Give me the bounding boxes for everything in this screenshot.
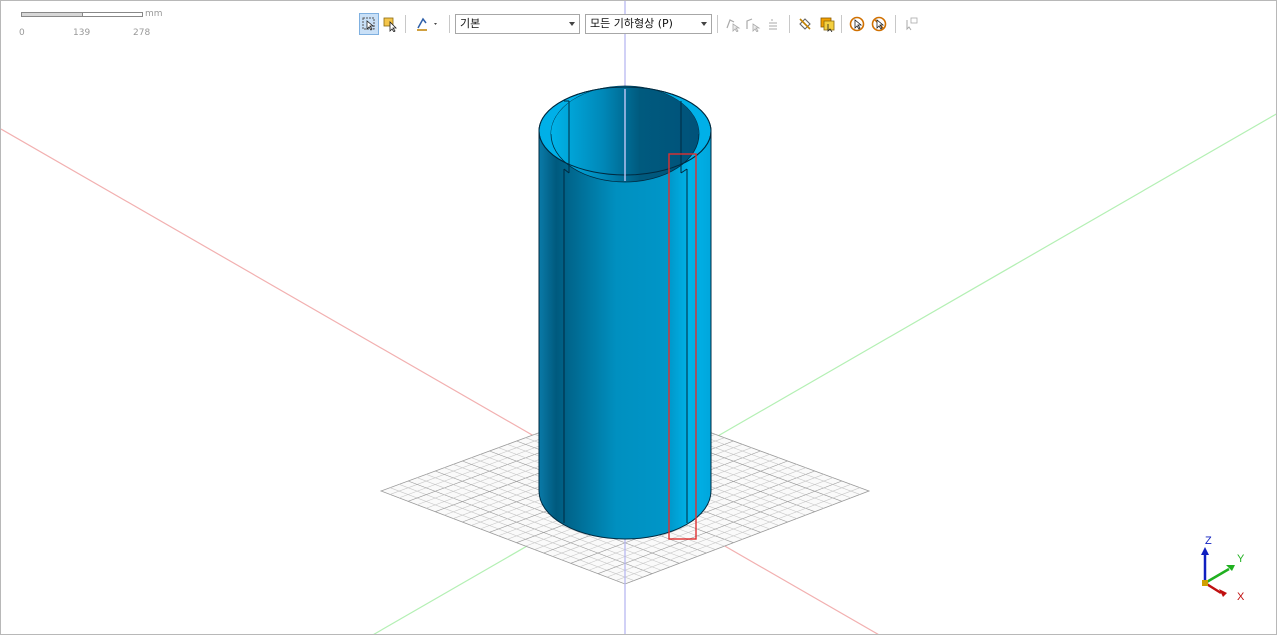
x-axis-label: X <box>1237 591 1245 603</box>
scale-segment <box>21 12 83 17</box>
pick-cursor-icon <box>849 16 865 32</box>
chevron-down-icon <box>569 22 575 26</box>
filter-combo[interactable]: 기본 <box>455 14 580 34</box>
scale-segment <box>82 12 143 17</box>
measure-icon <box>906 17 918 31</box>
box-cursor-icon <box>820 17 835 32</box>
x-axis-line <box>1 128 879 634</box>
pick-cancel-button[interactable] <box>869 13 889 35</box>
scale-unit-label: mm <box>145 9 163 19</box>
axis-triad: Z Y X <box>1191 531 1261 611</box>
scale-bar: mm 0 139 278 <box>19 9 171 41</box>
z-axis-label: Z <box>1205 535 1212 547</box>
select-mode-button[interactable] <box>359 13 379 35</box>
node-cursor-icon <box>726 19 741 32</box>
list-button[interactable] <box>763 13 783 35</box>
geometry-combo-value: 모든 기하형상 (P) <box>590 17 673 30</box>
select-cursor-icon <box>383 17 397 32</box>
hide-icon <box>799 18 811 30</box>
node-select-button[interactable] <box>723 13 743 35</box>
pick-button[interactable] <box>847 13 867 35</box>
scale-tick-label: 278 <box>133 28 151 38</box>
edge-cursor-icon <box>746 18 761 32</box>
list-icon <box>769 19 777 30</box>
chevron-down-icon <box>701 22 707 26</box>
select-type-button[interactable] <box>381 13 401 35</box>
select-box-icon <box>362 17 375 31</box>
3d-scene[interactable] <box>1 1 1277 635</box>
direction-arrow-icon <box>417 17 437 31</box>
y-axis-label: Y <box>1237 553 1245 565</box>
scale-tick-label: 139 <box>73 28 91 38</box>
graphics-toolbar: 기본 모든 기하형상 (P) <box>357 12 927 38</box>
geometry-combo[interactable]: 모든 기하형상 (P) <box>585 14 712 34</box>
direction-button[interactable] <box>413 13 441 35</box>
graphics-viewport[interactable]: mm 0 139 278 기본 모든 기하형상 (P) Z Y X <box>0 0 1277 635</box>
edge-select-button[interactable] <box>743 13 763 35</box>
measure-button[interactable] <box>901 13 921 35</box>
scale-tick-label: 0 <box>19 28 25 38</box>
filter-combo-value: 기본 <box>460 17 481 30</box>
pick-cancel-icon <box>871 16 887 32</box>
hide-button[interactable] <box>795 13 815 35</box>
show-selected-button[interactable] <box>817 13 837 35</box>
y-axis-line <box>373 113 1276 634</box>
